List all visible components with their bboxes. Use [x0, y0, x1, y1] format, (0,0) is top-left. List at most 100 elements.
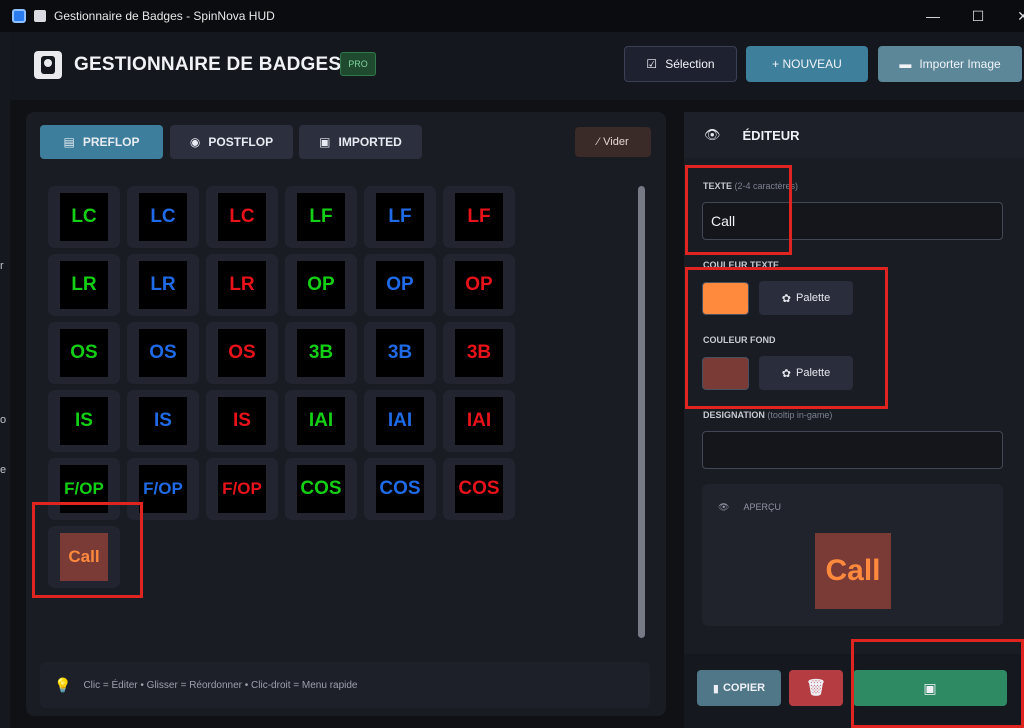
page-title: GESTIONNAIRE DE BADGES [74, 54, 342, 75]
badge-label: F/OP [218, 465, 266, 513]
badge-label: LC [139, 193, 187, 241]
editor-footer: ▮ COPIER 🗑 ▣ [684, 654, 1024, 728]
designation-input[interactable] [702, 431, 1003, 469]
new-badge-button-label: + NOUVEAU [772, 57, 842, 71]
badge-tile[interactable]: LR [48, 254, 120, 316]
save-icon: ▣ [923, 679, 937, 696]
badge-label: LF [376, 193, 424, 241]
badge-tile[interactable]: IS [48, 390, 120, 452]
editor-header: 👁 ÉDITEUR [684, 112, 1024, 158]
broom-icon: ⁄ [597, 136, 600, 148]
badge-label: IS [139, 397, 187, 445]
badge-label: IAI [376, 397, 424, 445]
maximize-button[interactable]: ☐ [955, 0, 1001, 32]
badge-label: COS [297, 465, 345, 513]
badge-preview: Call [815, 533, 891, 609]
text-color-swatch[interactable] [702, 282, 749, 315]
badge-tile[interactable]: LF [443, 186, 515, 248]
text-color-palette-button[interactable]: ✿ Palette [759, 281, 853, 315]
copy-button[interactable]: ▮ COPIER [697, 670, 781, 706]
badge-tile[interactable]: IAI [364, 390, 436, 452]
target-icon: ◉ [189, 135, 201, 149]
designation-label-hint: (tooltip in-game) [767, 410, 833, 420]
text-label: TEXTE [703, 181, 733, 191]
text-label-hint: (2-4 caractères) [734, 181, 799, 191]
eye-icon: 👁 [704, 127, 721, 142]
badge-label: OP [297, 261, 345, 309]
preview-label-text: APERÇU [743, 502, 781, 512]
badge-label: F/OP [139, 465, 187, 513]
rail-text: r [0, 260, 4, 272]
pro-badge: PRO [340, 52, 376, 76]
badge-tile[interactable]: IS [127, 390, 199, 452]
badge-tile[interactable]: COS [443, 458, 515, 520]
badge-tile[interactable]: LF [364, 186, 436, 248]
badge-label: IS [60, 397, 108, 445]
badge-tile[interactable]: LR [206, 254, 278, 316]
selection-button[interactable]: ☑ Sélection [624, 46, 737, 82]
badge-label: OP [455, 261, 503, 309]
background-color-swatch[interactable] [702, 357, 749, 390]
badge-tile[interactable]: 3B [285, 322, 357, 384]
palette-button-label: Palette [795, 292, 831, 304]
background-color-label: COULEUR FOND [703, 335, 776, 345]
editor-panel: 👁 ÉDITEUR TEXTE (2-4 caractères) COULEUR… [684, 112, 1024, 728]
tab-postflop-label: POSTFLOP [208, 135, 274, 149]
badge-tile[interactable]: IS [206, 390, 278, 452]
new-badge-button[interactable]: + NOUVEAU [746, 46, 868, 82]
badge-tile[interactable]: OS [48, 322, 120, 384]
window-titlebar: Gestionnaire de Badges - SpinNova HUD — … [0, 0, 1024, 32]
clear-button[interactable]: ⁄ Vider [575, 127, 651, 157]
text-color-label: COULEUR TEXTE [703, 260, 780, 270]
badge-label: LR [218, 261, 266, 309]
badge-label: OS [139, 329, 187, 377]
checkbox-icon: ☑ [646, 57, 658, 71]
badge-tile[interactable]: LC [48, 186, 120, 248]
badge-tile[interactable]: F/OP [206, 458, 278, 520]
badge-tile[interactable]: COS [364, 458, 436, 520]
eye-icon: 👁 [718, 502, 730, 512]
badge-label: Call [60, 533, 108, 581]
close-button[interactable]: ✕ [1000, 0, 1024, 32]
palette-button-label: Palette [795, 367, 831, 379]
badge-grid-scrollbar[interactable] [638, 186, 645, 638]
tab-imported[interactable]: ▣ IMPORTED [299, 125, 422, 159]
badge-app-icon [34, 10, 46, 22]
badge-tile[interactable]: 3B [364, 322, 436, 384]
badge-tile[interactable]: F/OP [48, 458, 120, 520]
save-icon: ▤ [63, 135, 75, 149]
import-image-button[interactable]: ▬ Importer Image [878, 46, 1022, 82]
badge-tile[interactable]: OS [206, 322, 278, 384]
badge-tile[interactable]: LC [206, 186, 278, 248]
badge-tile[interactable]: Call [48, 526, 120, 588]
badge-label: F/OP [60, 465, 108, 513]
tab-postflop[interactable]: ◉ POSTFLOP [170, 125, 293, 159]
badge-tile[interactable]: F/OP [127, 458, 199, 520]
badge-tile[interactable]: LF [285, 186, 357, 248]
badge-label: COS [455, 465, 503, 513]
badge-label: IS [218, 397, 266, 445]
badge-tile[interactable]: 3B [443, 322, 515, 384]
badge-tile[interactable]: LC [127, 186, 199, 248]
background-window-edge: r o e [0, 32, 10, 728]
clear-button-label: Vider [603, 136, 629, 148]
badge-tile[interactable]: OP [364, 254, 436, 316]
badge-tile[interactable]: IAI [285, 390, 357, 452]
badge-tile[interactable]: LR [127, 254, 199, 316]
minimize-button[interactable]: — [910, 0, 956, 32]
badge-tile[interactable]: OP [285, 254, 357, 316]
preview-card: 👁 APERÇU Call [702, 484, 1003, 626]
badge-tile[interactable]: IAI [443, 390, 515, 452]
delete-button[interactable]: 🗑 [789, 670, 843, 706]
app-icon [12, 9, 26, 23]
badge-tile[interactable]: COS [285, 458, 357, 520]
tab-preflop[interactable]: ▤ PREFLOP [40, 125, 163, 159]
background-color-palette-button[interactable]: ✿ Palette [759, 356, 853, 390]
selection-button-label: Sélection [665, 57, 715, 71]
save-button[interactable]: ▣ [853, 670, 1007, 706]
badge-tile[interactable]: OP [443, 254, 515, 316]
app-header: GESTIONNAIRE DE BADGES PRO ☑ Sélection +… [10, 32, 1024, 100]
text-field-label: TEXTE (2-4 caractères) [703, 181, 798, 191]
badge-text-input[interactable] [702, 202, 1003, 240]
badge-tile[interactable]: OS [127, 322, 199, 384]
